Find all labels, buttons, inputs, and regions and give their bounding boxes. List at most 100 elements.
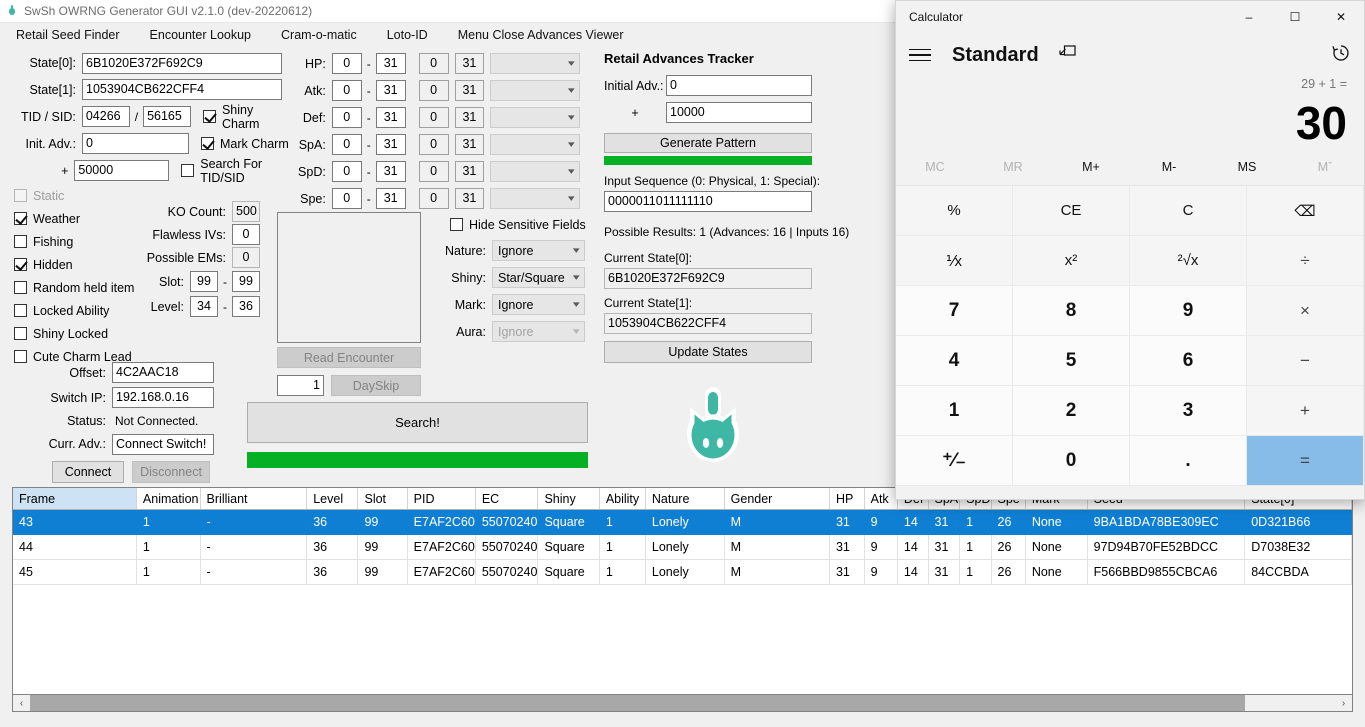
minimize-icon[interactable]: –	[1226, 1, 1272, 33]
menu-item-encounter-lookup[interactable]: Encounter Lookup	[148, 26, 253, 44]
nature-combo[interactable]: Ignore ▾	[492, 240, 585, 261]
tid-input[interactable]: 04266	[81, 106, 130, 127]
menu-item-loto-id[interactable]: Loto-ID	[385, 26, 430, 44]
iv-atk-max[interactable]: 31	[375, 80, 406, 101]
percent-key[interactable]: %	[896, 186, 1013, 236]
ko-count-input[interactable]: 500	[232, 201, 260, 222]
maximize-icon[interactable]: ☐	[1272, 1, 1318, 33]
table-row[interactable]: 45 1 - 36 99 E7AF2C60 55070240 Square 1 …	[13, 559, 1352, 585]
current-state1-input[interactable]: 1053904CB622CFF4	[604, 313, 812, 334]
tracker-plus-input[interactable]: 10000	[666, 102, 812, 123]
input-sequence-input[interactable]: 0000011011111110	[604, 191, 812, 212]
memory-add-button[interactable]: M+	[1052, 160, 1130, 174]
possible-ems-input[interactable]: 0	[232, 247, 260, 268]
offset-input[interactable]: 4C2AAC18	[112, 362, 214, 383]
scroll-left-arrow-icon[interactable]: ‹	[13, 695, 30, 711]
curr-adv-input[interactable]: Connect Switch!	[112, 433, 214, 455]
flawless-ivs-input[interactable]: 0	[232, 224, 260, 245]
col-header-ability[interactable]: Ability	[599, 488, 646, 510]
iv-hp-min2[interactable]: 0	[418, 53, 449, 74]
zero-key[interactable]: 0	[1013, 436, 1130, 486]
iv-hp-max[interactable]: 31	[375, 53, 406, 74]
five-key[interactable]: 5	[1013, 336, 1130, 386]
iv-def-min2[interactable]: 0	[418, 107, 449, 128]
col-header-pid[interactable]: PID	[407, 488, 476, 510]
iv-atk-max2[interactable]: 31	[454, 80, 485, 101]
search-button[interactable]: Search!	[247, 402, 588, 443]
eight-key[interactable]: 8	[1013, 286, 1130, 336]
level-max-input[interactable]: 36	[232, 296, 260, 317]
memory-recall-button[interactable]: MR	[974, 160, 1052, 174]
table-row[interactable]: 44 1 - 36 99 E7AF2C60 55070240 Square 1 …	[13, 534, 1352, 560]
level-min-input[interactable]: 34	[190, 296, 218, 317]
iv-spd-min[interactable]: 0	[331, 161, 362, 182]
iv-hp-combo[interactable]: ▾	[490, 53, 580, 74]
table-horizontal-scrollbar[interactable]: ‹ ›	[12, 694, 1353, 712]
iv-hp-min[interactable]: 0	[331, 53, 362, 74]
iv-spa-min[interactable]: 0	[331, 134, 362, 155]
col-header-nature[interactable]: Nature	[645, 488, 725, 510]
iv-def-combo[interactable]: ▾	[490, 107, 580, 128]
connect-button[interactable]: Connect	[52, 461, 124, 483]
scrollbar-thumb[interactable]	[30, 695, 1245, 711]
nine-key[interactable]: 9	[1130, 286, 1247, 336]
iv-spe-combo[interactable]: ▾	[490, 188, 580, 209]
col-header-atk[interactable]: Atk	[864, 488, 898, 510]
keep-on-top-icon[interactable]	[1059, 45, 1076, 65]
memory-store-button[interactable]: MS	[1208, 160, 1286, 174]
memory-clear-button[interactable]: MC	[896, 160, 974, 174]
hide-sensitive-fields-checkbox[interactable]: Hide Sensitive Fields	[440, 212, 590, 237]
clear-entry-key[interactable]: CE	[1013, 186, 1130, 236]
col-header-ec[interactable]: EC	[475, 488, 539, 510]
switch-ip-input[interactable]: 192.168.0.16	[112, 387, 214, 408]
iv-def-min[interactable]: 0	[331, 107, 362, 128]
mark-combo[interactable]: Ignore ▾	[492, 294, 585, 315]
iv-spe-min[interactable]: 0	[331, 188, 362, 209]
subtract-key[interactable]: −	[1247, 336, 1364, 386]
col-header-frame[interactable]: Frame	[13, 488, 137, 510]
decimal-key[interactable]: .	[1130, 436, 1247, 486]
negate-key[interactable]: ⁺⁄₋	[896, 436, 1013, 486]
slot-min-input[interactable]: 99	[190, 271, 218, 292]
iv-spd-max[interactable]: 31	[375, 161, 406, 182]
reciprocal-key[interactable]: ⅟x	[896, 236, 1013, 286]
menu-item-retail-seed-finder[interactable]: Retail Seed Finder	[14, 26, 122, 44]
state1-input[interactable]: 1053904CB622CFF4	[82, 79, 282, 100]
multiply-key[interactable]: ×	[1247, 286, 1364, 336]
shiny-charm-checkbox[interactable]: Shiny Charm	[202, 103, 294, 131]
init-adv-plus-input[interactable]: 50000	[74, 160, 170, 181]
iv-def-max2[interactable]: 31	[454, 107, 485, 128]
iv-spe-min2[interactable]: 0	[418, 188, 449, 209]
shiny-locked-checkbox[interactable]: Shiny Locked	[14, 322, 194, 345]
tracker-initial-adv-input[interactable]: 0	[666, 75, 812, 96]
square-root-key[interactable]: ²√x	[1130, 236, 1247, 286]
square-key[interactable]: x²	[1013, 236, 1130, 286]
slot-max-input[interactable]: 99	[232, 271, 260, 292]
read-encounter-button[interactable]: Read Encounter	[277, 347, 421, 368]
init-adv-input[interactable]: 0	[82, 133, 189, 154]
results-table[interactable]: Frame Animation Brilliant Level Slot PID…	[12, 487, 1353, 712]
col-header-slot[interactable]: Slot	[357, 488, 408, 510]
iv-spe-max[interactable]: 31	[375, 188, 406, 209]
iv-spa-min2[interactable]: 0	[418, 134, 449, 155]
iv-atk-combo[interactable]: ▾	[490, 80, 580, 101]
memory-subtract-button[interactable]: M-	[1130, 160, 1208, 174]
dayskip-button[interactable]: DaySkip	[331, 375, 421, 396]
equals-key[interactable]: =	[1247, 436, 1364, 486]
iv-def-max[interactable]: 31	[375, 107, 406, 128]
seven-key[interactable]: 7	[896, 286, 1013, 336]
iv-hp-max2[interactable]: 31	[454, 53, 485, 74]
col-header-animation[interactable]: Animation	[136, 488, 201, 510]
iv-spa-max2[interactable]: 31	[454, 134, 485, 155]
iv-atk-min[interactable]: 0	[331, 80, 362, 101]
update-states-button[interactable]: Update States	[604, 341, 812, 363]
col-header-level[interactable]: Level	[306, 488, 359, 510]
hamburger-menu-icon[interactable]	[909, 42, 935, 68]
state0-input[interactable]: 6B1020E372F692C9	[82, 52, 282, 74]
current-state0-input[interactable]: 6B1020E372F692C9	[604, 268, 812, 289]
iv-spd-min2[interactable]: 0	[418, 161, 449, 182]
close-icon[interactable]: ✕	[1318, 1, 1364, 33]
iv-spa-max[interactable]: 31	[375, 134, 406, 155]
iv-spd-combo[interactable]: ▾	[490, 161, 580, 182]
generate-pattern-button[interactable]: Generate Pattern	[604, 133, 812, 153]
